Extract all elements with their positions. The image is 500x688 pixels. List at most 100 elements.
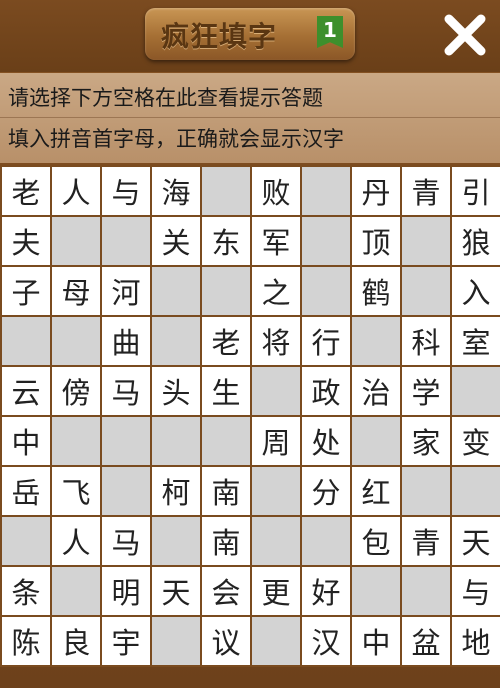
filled-grid-cell[interactable]: 海 (152, 167, 200, 215)
empty-grid-cell[interactable] (52, 417, 100, 465)
filled-grid-cell[interactable]: 飞 (52, 467, 100, 515)
filled-grid-cell[interactable]: 之 (252, 267, 300, 315)
empty-grid-cell[interactable] (252, 467, 300, 515)
filled-grid-cell[interactable]: 子 (2, 267, 50, 315)
filled-grid-cell[interactable]: 中 (352, 617, 400, 665)
filled-grid-cell[interactable]: 顶 (352, 217, 400, 265)
empty-grid-cell[interactable] (102, 217, 150, 265)
filled-grid-cell[interactable]: 傍 (52, 367, 100, 415)
empty-grid-cell[interactable] (352, 567, 400, 615)
filled-grid-cell[interactable]: 曲 (102, 317, 150, 365)
filled-grid-cell[interactable]: 头 (152, 367, 200, 415)
filled-grid-cell[interactable]: 人 (52, 517, 100, 565)
filled-grid-cell[interactable]: 科 (402, 317, 450, 365)
empty-grid-cell[interactable] (52, 217, 100, 265)
filled-grid-cell[interactable]: 地 (452, 617, 500, 665)
filled-grid-cell[interactable]: 河 (102, 267, 150, 315)
filled-grid-cell[interactable]: 夫 (2, 217, 50, 265)
empty-grid-cell[interactable] (202, 267, 250, 315)
empty-grid-cell[interactable] (352, 317, 400, 365)
empty-grid-cell[interactable] (252, 517, 300, 565)
filled-grid-cell[interactable]: 柯 (152, 467, 200, 515)
filled-grid-cell[interactable]: 东 (202, 217, 250, 265)
filled-grid-cell[interactable]: 关 (152, 217, 200, 265)
filled-grid-cell[interactable]: 天 (152, 567, 200, 615)
empty-grid-cell[interactable] (352, 417, 400, 465)
empty-grid-cell[interactable] (202, 417, 250, 465)
filled-grid-cell[interactable]: 治 (352, 367, 400, 415)
filled-grid-cell[interactable]: 周 (252, 417, 300, 465)
filled-grid-cell[interactable]: 青 (402, 167, 450, 215)
empty-grid-cell[interactable] (52, 317, 100, 365)
filled-grid-cell[interactable]: 变 (452, 417, 500, 465)
filled-grid-cell[interactable]: 岳 (2, 467, 50, 515)
filled-grid-cell[interactable]: 中 (2, 417, 50, 465)
empty-grid-cell[interactable] (2, 517, 50, 565)
filled-grid-cell[interactable]: 狼 (452, 217, 500, 265)
filled-grid-cell[interactable]: 明 (102, 567, 150, 615)
filled-grid-cell[interactable]: 良 (52, 617, 100, 665)
filled-grid-cell[interactable]: 母 (52, 267, 100, 315)
filled-grid-cell[interactable]: 家 (402, 417, 450, 465)
filled-grid-cell[interactable]: 将 (252, 317, 300, 365)
filled-grid-cell[interactable]: 鹤 (352, 267, 400, 315)
filled-grid-cell[interactable]: 陈 (2, 617, 50, 665)
filled-grid-cell[interactable]: 好 (302, 567, 350, 615)
filled-grid-cell[interactable]: 引 (452, 167, 500, 215)
filled-grid-cell[interactable]: 生 (202, 367, 250, 415)
empty-grid-cell[interactable] (452, 467, 500, 515)
filled-grid-cell[interactable]: 汉 (302, 617, 350, 665)
empty-grid-cell[interactable] (302, 517, 350, 565)
empty-grid-cell[interactable] (102, 467, 150, 515)
filled-grid-cell[interactable]: 人 (52, 167, 100, 215)
filled-grid-cell[interactable]: 包 (352, 517, 400, 565)
empty-grid-cell[interactable] (302, 167, 350, 215)
empty-grid-cell[interactable] (302, 267, 350, 315)
empty-grid-cell[interactable] (152, 317, 200, 365)
filled-grid-cell[interactable]: 老 (2, 167, 50, 215)
empty-grid-cell[interactable] (302, 217, 350, 265)
filled-grid-cell[interactable]: 军 (252, 217, 300, 265)
empty-grid-cell[interactable] (152, 517, 200, 565)
empty-grid-cell[interactable] (402, 567, 450, 615)
filled-grid-cell[interactable]: 更 (252, 567, 300, 615)
filled-grid-cell[interactable]: 盆 (402, 617, 450, 665)
filled-grid-cell[interactable]: 老 (202, 317, 250, 365)
empty-grid-cell[interactable] (252, 367, 300, 415)
filled-grid-cell[interactable]: 南 (202, 517, 250, 565)
empty-grid-cell[interactable] (452, 367, 500, 415)
filled-grid-cell[interactable]: 行 (302, 317, 350, 365)
filled-grid-cell[interactable]: 丹 (352, 167, 400, 215)
empty-grid-cell[interactable] (402, 467, 450, 515)
empty-grid-cell[interactable] (102, 417, 150, 465)
filled-grid-cell[interactable]: 南 (202, 467, 250, 515)
filled-grid-cell[interactable]: 青 (402, 517, 450, 565)
empty-grid-cell[interactable] (202, 167, 250, 215)
filled-grid-cell[interactable]: 处 (302, 417, 350, 465)
filled-grid-cell[interactable]: 条 (2, 567, 50, 615)
empty-grid-cell[interactable] (402, 217, 450, 265)
filled-grid-cell[interactable]: 红 (352, 467, 400, 515)
filled-grid-cell[interactable]: 议 (202, 617, 250, 665)
filled-grid-cell[interactable]: 马 (102, 517, 150, 565)
filled-grid-cell[interactable]: 败 (252, 167, 300, 215)
empty-grid-cell[interactable] (402, 267, 450, 315)
filled-grid-cell[interactable]: 会 (202, 567, 250, 615)
filled-grid-cell[interactable]: 分 (302, 467, 350, 515)
filled-grid-cell[interactable]: 与 (102, 167, 150, 215)
empty-grid-cell[interactable] (252, 617, 300, 665)
filled-grid-cell[interactable]: 马 (102, 367, 150, 415)
empty-grid-cell[interactable] (152, 617, 200, 665)
filled-grid-cell[interactable]: 学 (402, 367, 450, 415)
empty-grid-cell[interactable] (2, 317, 50, 365)
empty-grid-cell[interactable] (52, 567, 100, 615)
filled-grid-cell[interactable]: 天 (452, 517, 500, 565)
empty-grid-cell[interactable] (152, 267, 200, 315)
filled-grid-cell[interactable]: 政 (302, 367, 350, 415)
filled-grid-cell[interactable]: 入 (452, 267, 500, 315)
filled-grid-cell[interactable]: 云 (2, 367, 50, 415)
empty-grid-cell[interactable] (152, 417, 200, 465)
filled-grid-cell[interactable]: 室 (452, 317, 500, 365)
filled-grid-cell[interactable]: 与 (452, 567, 500, 615)
filled-grid-cell[interactable]: 宇 (102, 617, 150, 665)
